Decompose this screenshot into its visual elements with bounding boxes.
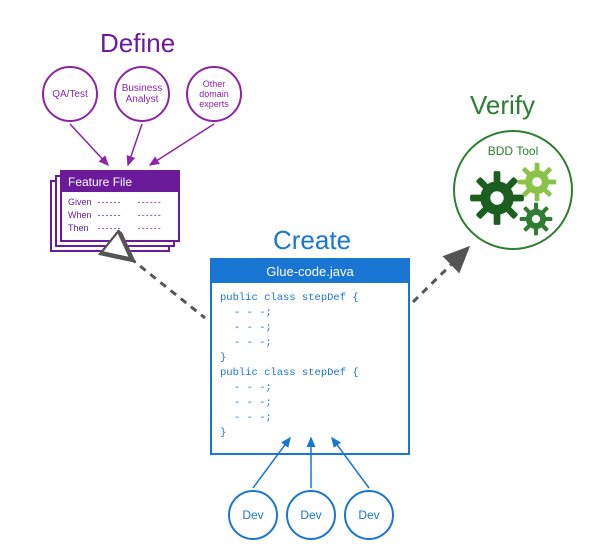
feature-line: ------ [138,196,172,209]
role-ba-label: Business Analyst [122,83,163,105]
feature-line: ------ [98,209,132,222]
gwt-given: Given [68,196,92,209]
gear-icon-mid [517,162,557,202]
bdd-tool-label: BDD Tool [455,144,571,158]
dev-label: Dev [300,508,321,522]
feature-header: Feature File [62,172,178,192]
code-line: - - -; [220,307,272,319]
feature-line: ------ [138,209,172,222]
code-line: - - -; [220,412,272,424]
dev-label: Dev [358,508,379,522]
feature-line: ------ [138,222,172,235]
role-qa-label: QA/Test [52,89,88,100]
code-line: - - -; [220,382,272,394]
gwt-when: When [68,209,92,222]
feature-body: Given When Then ------ ------ ------ ---… [62,192,178,239]
lines-column: ------ ------ ------ [98,196,132,235]
glue-code-panel: Glue-code.java public class stepDef { - … [210,258,410,455]
define-title: Define [100,28,175,59]
role-ba: Business Analyst [114,66,170,122]
dev-circle-2: Dev [286,490,336,540]
verify-title: Verify [470,90,535,121]
lines-column: ------ ------ ------ [138,196,172,235]
role-qa: QA/Test [42,66,98,122]
code-line: - - -; [220,397,272,409]
gwt-then: Then [68,222,92,235]
dev-circle-1: Dev [228,490,278,540]
diagram-stage: Define Create Verify QA/Test Business An… [0,0,599,559]
code-line: - - -; [220,337,272,349]
dev-label: Dev [242,508,263,522]
bdd-tool-circle: BDD Tool [453,130,573,250]
glue-filename: Glue-code.java [212,260,408,283]
code-line: } [220,427,226,439]
gwt-column: Given When Then [68,196,92,235]
code-line: public class stepDef { [220,292,359,304]
create-title: Create [273,225,351,256]
feature-line: ------ [98,196,132,209]
feature-line: ------ [98,222,132,235]
feature-card-front: Feature File Given When Then ------ ----… [60,170,180,242]
glue-body: public class stepDef { - - -; - - -; - -… [212,283,408,453]
code-line: public class stepDef { [220,367,359,379]
role-other-label: Other domain experts [199,79,229,109]
code-line: - - -; [220,322,272,334]
role-other: Other domain experts [186,66,242,122]
gear-icon-small [519,202,553,236]
code-line: } [220,352,226,364]
dev-circle-3: Dev [344,490,394,540]
